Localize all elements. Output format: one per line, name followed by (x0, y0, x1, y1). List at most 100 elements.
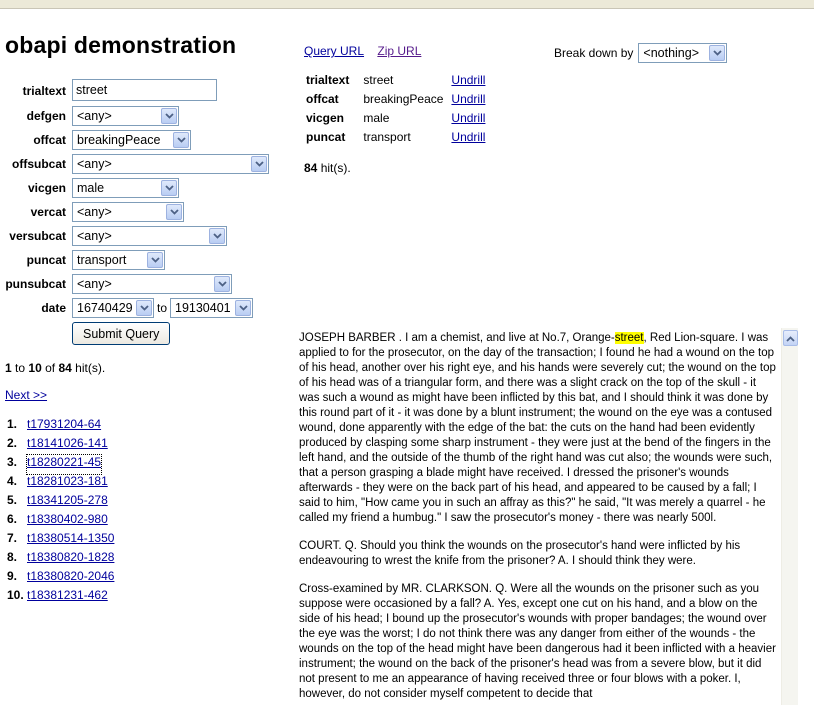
chevron-down-icon (214, 276, 230, 292)
breakdown-value: <nothing> (643, 46, 699, 60)
list-item: 6. t18380402-980 (7, 512, 114, 531)
list-item: 9. t18380820-2046 (7, 569, 114, 588)
list-item: 7. t18380514-1350 (7, 531, 114, 550)
offsubcat-select[interactable]: <any> (72, 154, 269, 174)
result-number: 1. (7, 417, 18, 431)
offcat-value: breakingPeace (77, 133, 161, 147)
undrill-link[interactable]: Undrill (451, 130, 485, 144)
puncat-select[interactable]: transport (72, 250, 165, 270)
text-segment: , Red Lion-square. I was applied to for … (299, 332, 776, 524)
chevron-down-icon (161, 108, 177, 124)
criteria-row: vicgen male Undrill (306, 110, 493, 129)
offsubcat-label: offsubcat (12, 157, 66, 171)
puncat-label: puncat (26, 253, 66, 267)
vercat-label: vercat (30, 205, 66, 219)
text-paragraph: Cross-examined by MR. CLARKSON. Q. Were … (299, 583, 776, 700)
result-link[interactable]: t18280221-45 (25, 454, 103, 475)
defgen-select[interactable]: <any> (72, 106, 179, 126)
chevron-down-icon (136, 300, 152, 316)
chevron-down-icon (166, 204, 182, 220)
chevron-down-icon (251, 156, 267, 172)
result-number: 3. (7, 455, 18, 469)
date-from-select[interactable]: 16740429 (72, 298, 154, 318)
punsubcat-label: punsubcat (5, 277, 66, 291)
text-paragraph: JOSEPH BARBER . I am a chemist, and live… (299, 331, 777, 526)
search-highlight: street (614, 332, 644, 344)
undrill-link[interactable]: Undrill (451, 92, 485, 106)
result-link[interactable]: t17931204-64 (27, 417, 101, 436)
query-url-link[interactable]: Query URL (304, 44, 364, 58)
chevron-down-icon (709, 45, 726, 61)
range-hits-suffix: hit(s). (75, 361, 106, 375)
result-link[interactable]: t18380402-980 (27, 512, 108, 531)
list-item: 1. t17931204-64 (7, 417, 114, 436)
next-page-link[interactable]: Next >> (5, 388, 47, 402)
total-hits: 84 hit(s). (304, 161, 351, 175)
range-total: 84 (58, 361, 72, 375)
criteria-key: trialtext (306, 73, 350, 87)
criteria-action: Undrill (451, 72, 493, 91)
punsubcat-select[interactable]: <any> (72, 274, 232, 294)
vicgen-select[interactable]: male (72, 178, 179, 198)
result-number: 5. (7, 493, 18, 507)
undrill-link[interactable]: Undrill (451, 73, 485, 87)
criteria-row: puncat transport Undrill (306, 129, 493, 148)
date-to-label: to (157, 301, 168, 315)
trialtext-label: trialtext (22, 84, 66, 98)
result-link[interactable]: t18281023-181 (27, 474, 108, 493)
window-title-strip (0, 0, 814, 9)
result-link[interactable]: t18380820-1828 (27, 550, 114, 569)
result-link[interactable]: t18341205-278 (27, 493, 108, 512)
defgen-value: <any> (77, 109, 112, 123)
criteria-key: offcat (306, 92, 339, 106)
vercat-select[interactable]: <any> (72, 202, 184, 222)
page-title: obapi demonstration (5, 32, 237, 58)
defgen-label: defgen (26, 109, 66, 123)
criteria-value: breakingPeace (363, 92, 444, 106)
criteria-row: offcat breakingPeace Undrill (306, 91, 493, 110)
chevron-down-icon (147, 252, 163, 268)
zip-url-link[interactable]: Zip URL (377, 44, 421, 58)
chevron-down-icon (173, 132, 189, 148)
punsubcat-value: <any> (77, 277, 112, 291)
offsubcat-value: <any> (77, 157, 112, 171)
list-item: 8. t18380820-1828 (7, 550, 114, 569)
trialtext-input[interactable]: street (72, 79, 217, 101)
scroll-up-button[interactable] (783, 330, 798, 346)
list-item: 2. t18141026-141 (7, 436, 114, 455)
criteria-action: Undrill (451, 129, 493, 148)
result-number: 4. (7, 474, 18, 488)
breakdown-label: Break down by (554, 46, 634, 60)
vicgen-value: male (77, 181, 105, 195)
criteria-key: puncat (306, 130, 346, 144)
result-number: 7. (7, 531, 18, 545)
offcat-label: offcat (33, 133, 66, 147)
criteria-action: Undrill (451, 91, 493, 110)
range-end: 10 (28, 361, 42, 375)
versubcat-select[interactable]: <any> (72, 226, 227, 246)
chevron-down-icon (209, 228, 225, 244)
criteria-value: transport (363, 130, 411, 144)
date-to-select[interactable]: 19130401 (170, 298, 253, 318)
result-link[interactable]: t18141026-141 (27, 436, 108, 455)
vertical-scrollbar[interactable] (781, 328, 798, 705)
breakdown-select[interactable]: <nothing> (638, 43, 728, 63)
range-to-word: to (15, 361, 26, 375)
chevron-up-icon (786, 331, 795, 345)
undrill-link[interactable]: Undrill (451, 111, 485, 125)
result-link[interactable]: t18381231-462 (27, 588, 108, 607)
versubcat-label: versubcat (9, 229, 66, 243)
result-link[interactable]: t18380514-1350 (27, 531, 114, 550)
result-link[interactable]: t18380820-2046 (27, 569, 114, 588)
offcat-select[interactable]: breakingPeace (72, 130, 191, 150)
results-list: 1. t17931204-64 2. t18141026-141 3. t18280221… (7, 417, 114, 607)
text-segment: JOSEPH BARBER . I am a chemist, and live… (299, 332, 615, 344)
trial-text-panel[interactable]: JOSEPH BARBER . I am a chemist, and live… (297, 328, 814, 705)
total-hits-count: 84 (304, 161, 318, 175)
range-start: 1 (5, 361, 12, 375)
result-number: 6. (7, 512, 18, 526)
submit-query-button[interactable]: Submit Query (72, 322, 171, 345)
list-item: 10. t18381231-462 (7, 588, 114, 607)
puncat-value: transport (77, 253, 127, 267)
trial-text-body: JOSEPH BARBER . I am a chemist, and live… (299, 331, 777, 705)
